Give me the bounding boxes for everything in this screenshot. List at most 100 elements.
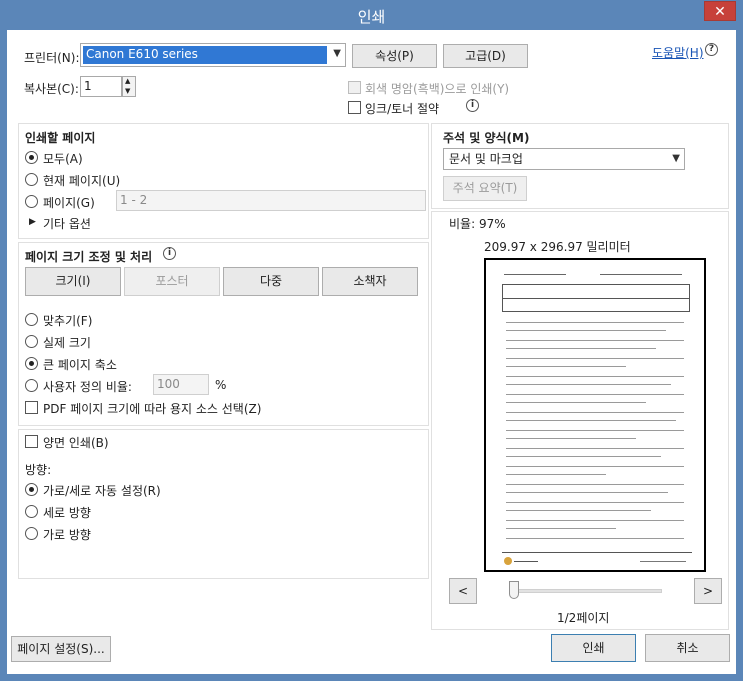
preview-paper-size: 209.97 x 296.97 밀리미터 [484,240,631,254]
grayscale-label: 회색 명암(흑백)으로 인쇄(Y) [365,82,510,96]
doc-text-line [506,438,636,439]
custom-scale-radio[interactable] [25,379,38,392]
doc-text-line [506,528,616,529]
copies-input[interactable]: 1 [80,76,122,97]
prev-page-button[interactable]: < [449,578,477,604]
doc-header-line [600,274,682,275]
doc-footer-text [640,561,686,562]
doc-text-line [506,402,646,403]
pages-all-radio[interactable] [25,151,38,164]
copies-stepper[interactable]: ▲ ▼ [122,76,136,97]
pages-heading: 인쇄할 페이지 [25,131,96,145]
fit-radio[interactable] [25,313,38,326]
doc-text-line [506,466,684,467]
orientation-portrait-label: 세로 방향 [43,506,91,520]
percent-label: % [215,378,227,392]
doc-text-line [506,394,684,395]
orientation-auto-radio[interactable] [25,483,38,496]
summarize-comments-button[interactable]: 주석 요약(T) [443,176,527,201]
orientation-panel: 양면 인쇄(B) 방향: 가로/세로 자동 설정(R) 세로 방향 가로 방향 [18,429,429,579]
doc-text-line [506,358,684,359]
help-icon[interactable]: ? [705,43,718,56]
page-setup-button[interactable]: 페이지 설정(S)... [11,636,111,662]
fit-label: 맞추기(F) [43,314,93,328]
doc-text-line [506,474,606,475]
doc-text-line [506,456,661,457]
tab-booklet[interactable]: 소책자 [322,267,418,296]
comments-panel: 주석 및 양식(M) 문서 및 마크업 ▼ 주석 요약(T) [431,123,729,209]
comments-select[interactable]: 문서 및 마크업 ▼ [443,148,685,170]
tab-size[interactable]: 크기(I) [25,267,121,296]
more-options-label[interactable]: 기타 옵션 [43,215,91,232]
doc-text-line [506,510,651,511]
expand-triangle-icon[interactable]: ▶ [29,217,36,227]
comments-selected-value: 문서 및 마크업 [449,152,523,166]
pages-panel: 인쇄할 페이지 모두(A) 현재 페이지(U) 페이지(G) 1 - 2 ▶ 기… [18,123,429,239]
comments-heading: 주석 및 양식(M) [443,131,530,145]
print-dialog: 인쇄 ✕ 프린터(N): Canon E610 series ▼ 속성(P) 고… [0,0,743,681]
page-slider-track[interactable] [514,589,662,593]
duplex-checkbox[interactable] [25,435,38,448]
actual-size-label: 실제 크기 [43,336,91,350]
advanced-button[interactable]: 고급(D) [443,44,528,68]
custom-scale-input[interactable]: 100 [153,374,209,395]
tab-poster[interactable]: 포스터 [124,267,220,296]
sizing-panel: 페이지 크기 조정 및 처리 i 크기(I) 포스터 다중 소책자 맞추기(F)… [18,242,429,426]
orientation-portrait-radio[interactable] [25,505,38,518]
info-icon[interactable]: i [466,99,479,112]
chevron-down-icon: ▼ [333,48,341,59]
stepper-down-icon[interactable]: ▼ [125,87,130,95]
doc-text-line [506,330,666,331]
pdf-source-checkbox[interactable] [25,401,38,414]
close-button[interactable]: ✕ [704,1,736,21]
custom-scale-label: 사용자 정의 비율: [43,380,132,394]
preview-scale: 비율: 97% [449,217,506,231]
shrink-label: 큰 페이지 축소 [43,358,117,372]
ink-save-label: 잉크/토너 절약 [365,102,440,116]
doc-text-line [506,340,684,341]
printer-select[interactable]: Canon E610 series ▼ [80,43,346,67]
cancel-button[interactable]: 취소 [645,634,730,662]
doc-text-line [506,384,671,385]
stepper-up-icon[interactable]: ▲ [125,77,130,85]
page-slider-thumb[interactable] [509,581,519,599]
actual-size-radio[interactable] [25,335,38,348]
doc-logo-icon [504,557,512,565]
copies-label: 복사본(C): [24,82,79,96]
orientation-heading: 방향: [25,463,52,477]
pdf-source-label: PDF 페이지 크기에 따라 용지 소스 선택(Z) [43,402,262,416]
doc-text-line [506,502,684,503]
doc-header-line [504,274,566,275]
doc-text-line [506,322,684,323]
pages-range-label: 페이지(G) [43,196,95,210]
ink-save-checkbox[interactable] [348,101,361,114]
doc-text-line [506,538,684,539]
pages-range-radio[interactable] [25,195,38,208]
pages-all-label: 모두(A) [43,152,83,166]
doc-text-line [506,376,684,377]
duplex-label: 양면 인쇄(B) [43,436,109,450]
pages-range-input[interactable]: 1 - 2 [116,190,426,211]
doc-logo-line [514,561,538,562]
tab-multiple[interactable]: 다중 [223,267,319,296]
orientation-auto-label: 가로/세로 자동 설정(R) [43,484,161,498]
pages-current-label: 현재 페이지(U) [43,174,121,188]
print-button[interactable]: 인쇄 [551,634,636,662]
orientation-landscape-radio[interactable] [25,527,38,540]
grayscale-checkbox[interactable] [348,81,361,94]
sizing-heading: 페이지 크기 조정 및 처리 [25,250,153,264]
title-bar: 인쇄 ✕ [0,0,743,30]
properties-button[interactable]: 속성(P) [352,44,437,68]
shrink-radio[interactable] [25,357,38,370]
doc-text-line [506,348,656,349]
page-status: 1/2페이지 [557,611,610,625]
help-link[interactable]: 도움말(H) [652,44,704,61]
doc-text-line [506,484,684,485]
doc-text-line [506,520,684,521]
doc-header-divider [502,298,690,299]
doc-text-line [506,412,684,413]
doc-text-line [506,366,626,367]
next-page-button[interactable]: > [694,578,722,604]
sizing-info-icon[interactable]: i [163,247,176,260]
pages-current-radio[interactable] [25,173,38,186]
